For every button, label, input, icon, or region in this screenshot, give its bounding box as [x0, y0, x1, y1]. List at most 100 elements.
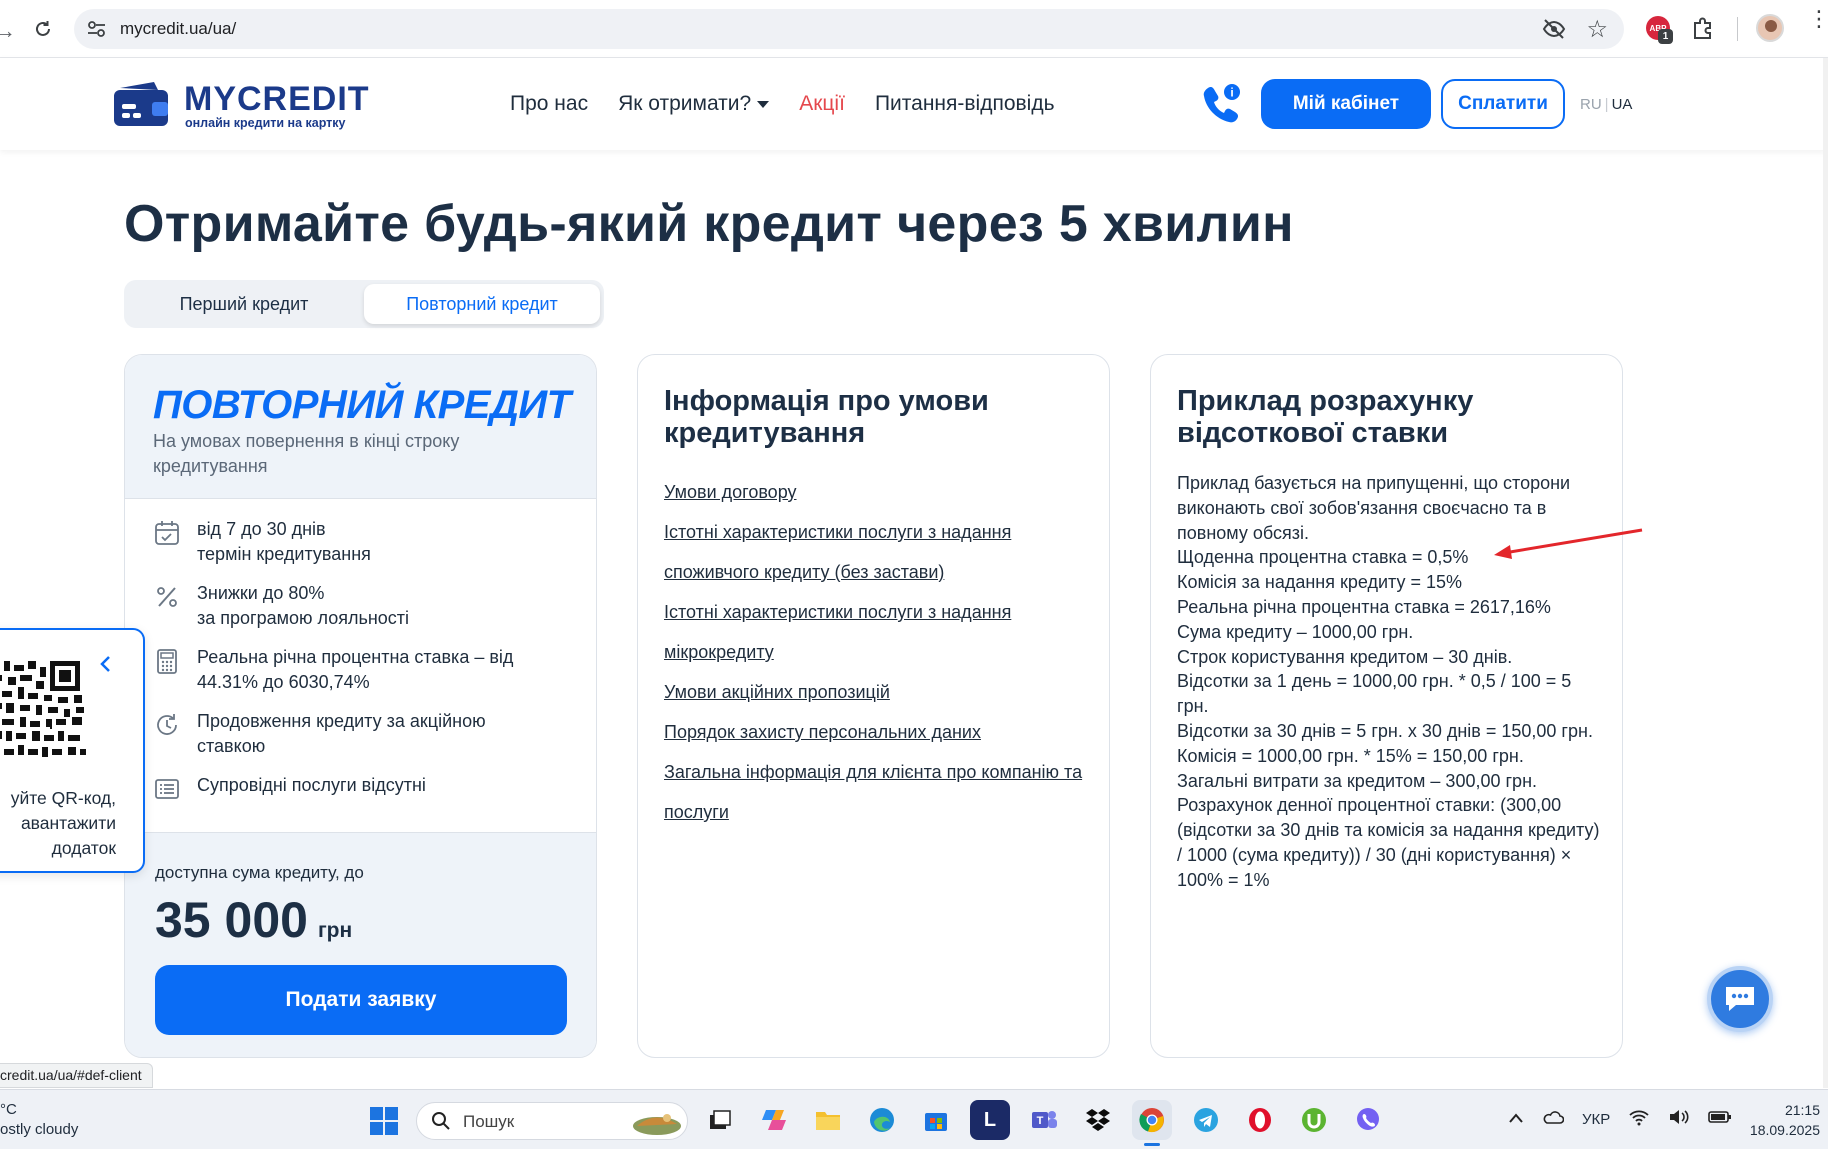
- feature-line: термін кредитування: [197, 544, 371, 564]
- nav-how-to-get[interactable]: Як отримати?: [618, 92, 770, 116]
- link-data-protection[interactable]: Порядок захисту персональних даних: [664, 722, 981, 742]
- back-arrow-icon[interactable]: →: [0, 18, 16, 44]
- windows-taskbar: °C ostly cloudy Пошук L T УКР 21:15 18.0…: [0, 1089, 1828, 1149]
- language-switcher: RU | UA: [1580, 96, 1632, 113]
- windows-start-icon[interactable]: [370, 1107, 398, 1135]
- link-consumer-credit-characteristics[interactable]: Істотні характеристики послуги з надання…: [664, 522, 1011, 582]
- svg-text:T: T: [1037, 1115, 1044, 1127]
- system-clock[interactable]: 21:15 18.09.2025: [1745, 1100, 1820, 1140]
- apply-button[interactable]: Подати заявку: [155, 965, 567, 1035]
- chat-support-button[interactable]: [1707, 966, 1773, 1032]
- pay-button[interactable]: Сплатити: [1441, 79, 1565, 129]
- input-language[interactable]: УКР: [1582, 1111, 1610, 1128]
- opera-icon[interactable]: [1240, 1100, 1280, 1140]
- link-company-info[interactable]: Загальна інформація для клієнта про комп…: [664, 762, 1082, 822]
- link-contract-terms[interactable]: Умови договору: [664, 482, 797, 502]
- wifi-icon[interactable]: [1628, 1108, 1650, 1130]
- page-scrollbar[interactable]: [1823, 58, 1828, 1088]
- feature-line: Продовження кредиту за акційною: [197, 711, 486, 731]
- taskbar-search[interactable]: Пошук: [416, 1102, 688, 1140]
- battery-icon[interactable]: [1708, 1109, 1732, 1129]
- feature-line: від 7 до 30 днів: [197, 519, 326, 539]
- extensions-puzzle-icon[interactable]: [1690, 15, 1716, 41]
- nav-promo[interactable]: Акції: [799, 92, 845, 116]
- phone-info-icon[interactable]: i: [1200, 82, 1244, 126]
- feature-line: Знижки до 80%: [197, 583, 325, 603]
- feature-line: Супровідні послуги відсутні: [197, 775, 426, 795]
- toolbar-divider: [1737, 17, 1738, 41]
- weather-desc: ostly cloudy: [0, 1121, 79, 1138]
- card-heading: Інформація про умови кредитування: [664, 385, 989, 449]
- example-line: Розрахунок денної процентної ставки: (30…: [1177, 795, 1600, 890]
- l-app-icon[interactable]: L: [970, 1100, 1010, 1140]
- example-line: Загальні витрати за кредитом – 300,00 гр…: [1177, 770, 1538, 791]
- site-info-icon[interactable]: [86, 19, 108, 39]
- feature-line: ставкою: [197, 736, 266, 756]
- lang-ru[interactable]: RU: [1580, 96, 1602, 113]
- search-highlight-image: [633, 1114, 681, 1135]
- volume-icon[interactable]: [1668, 1108, 1690, 1130]
- search-icon: [432, 1112, 450, 1130]
- main-nav: Про нас Як отримати? Акції Питання-відпо…: [510, 92, 1055, 116]
- tab-repeat-credit[interactable]: Повторний кредит: [364, 284, 600, 324]
- dropbox-icon[interactable]: [1078, 1100, 1118, 1140]
- copilot-icon[interactable]: [754, 1100, 794, 1140]
- qr-app-panel: уйте QR-код, авантажити додаток: [0, 628, 145, 873]
- file-explorer-icon[interactable]: [808, 1100, 848, 1140]
- list-document-icon: [155, 779, 179, 799]
- example-line: Відсотки за 30 днів = 5 грн. х 30 днів =…: [1177, 720, 1593, 741]
- nav-faq[interactable]: Питання-відповідь: [875, 92, 1055, 116]
- telegram-icon[interactable]: [1186, 1100, 1226, 1140]
- url-text[interactable]: mycredit.ua/ua/: [120, 19, 236, 39]
- feature-rate: Реальна річна процентна ставка – від 44.3…: [153, 645, 557, 695]
- rate-example-card: Приклад розрахунку відсоткової ставки Пр…: [1150, 354, 1623, 1058]
- link-promo-terms[interactable]: Умови акційних пропозицій: [664, 682, 890, 702]
- eye-slash-icon[interactable]: [1542, 18, 1566, 40]
- nav-about[interactable]: Про нас: [510, 92, 588, 116]
- reload-icon[interactable]: [28, 14, 58, 44]
- link-microcredit-characteristics[interactable]: Істотні характеристики послуги з надання…: [664, 602, 1011, 662]
- my-cabinet-button[interactable]: Мій кабінет: [1261, 79, 1431, 129]
- task-view-icon[interactable]: [700, 1100, 740, 1140]
- percent-icon: [157, 587, 177, 607]
- system-tray: УКР: [1508, 1108, 1732, 1130]
- clock-time: 21:15: [1784, 1102, 1820, 1118]
- feature-extension: Продовження кредиту за акційною ставкою: [153, 709, 557, 759]
- annotation-arrow: [1494, 528, 1643, 559]
- feature-term: від 7 до 30 днів термін кредитування: [153, 517, 557, 567]
- currency-label: грн: [317, 919, 353, 942]
- edge-icon[interactable]: [862, 1100, 902, 1140]
- extension-badge: 1: [1658, 29, 1673, 44]
- chat-bubble-icon: [1726, 987, 1754, 1011]
- teams-icon[interactable]: T: [1024, 1100, 1064, 1140]
- microsoft-store-icon[interactable]: [916, 1100, 956, 1140]
- tab-first-credit[interactable]: Перший кредит: [128, 284, 360, 324]
- profile-avatar[interactable]: [1756, 14, 1784, 42]
- bookmark-star-icon[interactable]: ☆: [1586, 15, 1608, 44]
- adblock-extension-icon[interactable]: ABP 1: [1646, 16, 1673, 44]
- lang-ua[interactable]: UA: [1612, 96, 1633, 113]
- chevron-left-icon[interactable]: [96, 652, 116, 676]
- example-line: Комісія за надання кредиту = 15%: [1177, 572, 1463, 593]
- logo-tagline: онлайн кредити на картку: [185, 116, 346, 130]
- credit-amount: 35 000 грн: [155, 891, 352, 949]
- search-placeholder: Пошук: [463, 1112, 515, 1131]
- info-links: Умови договору Істотні характеристики по…: [664, 473, 1094, 833]
- mycredit-logo[interactable]: MYCREDIT онлайн кредити на картку: [114, 80, 374, 130]
- example-line: Реальна річна процентна ставка = 2617,16…: [1177, 596, 1551, 617]
- nav-how-label: Як отримати?: [618, 92, 752, 115]
- browser-menu-icon[interactable]: ⋮: [1808, 8, 1828, 30]
- onedrive-icon[interactable]: [1542, 1109, 1565, 1129]
- weather-widget[interactable]: °C ostly cloudy: [0, 1100, 78, 1140]
- feature-services: Супровідні послуги відсутні: [153, 773, 557, 803]
- utorrent-icon[interactable]: [1294, 1100, 1334, 1140]
- feature-line: за програмою лояльності: [197, 608, 410, 628]
- qr-caption-line: уйте QR-код,: [10, 788, 116, 808]
- viber-icon[interactable]: [1348, 1100, 1388, 1140]
- chrome-icon[interactable]: [1132, 1100, 1172, 1146]
- card-heading: ПОВТОРНИЙ КРЕДИТ: [153, 383, 571, 427]
- feature-line: Реальна річна процентна ставка – від: [197, 647, 514, 667]
- status-bar-url: credit.ua/ua/#def-client: [0, 1063, 153, 1088]
- address-bar[interactable]: mycredit.ua/ua/ ☆: [74, 9, 1624, 49]
- tray-chevron-up-icon[interactable]: [1508, 1111, 1524, 1128]
